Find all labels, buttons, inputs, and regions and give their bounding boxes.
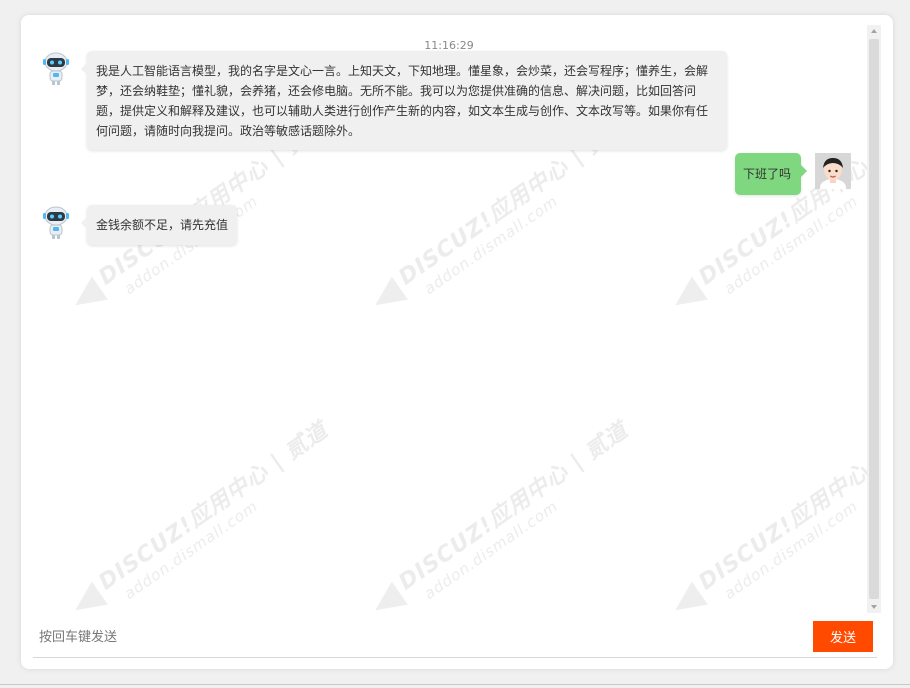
watermark-arrow-icon	[67, 581, 108, 613]
watermark-url: addon.dismall.com	[720, 496, 862, 603]
chat-window: DISCUZ!应用中心 | 贰道 addon.dismall.com DISCU…	[21, 15, 893, 669]
watermark-text: DISCUZ!应用中心 | 贰道	[394, 417, 633, 596]
send-button[interactable]: 发送	[813, 621, 873, 652]
watermark-text: DISCUZ!应用中心 | 贰道	[94, 417, 333, 596]
watermark-arrow-icon	[667, 581, 708, 613]
message-input[interactable]	[37, 625, 801, 649]
bot-message-bubble: 金钱余额不足，请先充值	[81, 205, 237, 245]
page-bottom-divider	[0, 684, 910, 685]
user-message-bubble: 下班了吗	[735, 153, 807, 195]
message-list[interactable]: DISCUZ!应用中心 | 贰道 addon.dismall.com DISCU…	[21, 15, 867, 613]
watermark-arrow-icon	[667, 276, 708, 317]
robot-avatar-icon	[39, 51, 73, 85]
user-avatar-icon	[815, 153, 851, 195]
watermark-arrow-icon	[67, 276, 108, 317]
robot-avatar-icon	[39, 205, 73, 239]
bot-message-text: 金钱余额不足，请先充值	[96, 218, 229, 232]
watermark-url: addon.dismall.com	[420, 496, 562, 603]
watermark-url: addon.dismall.com	[420, 191, 562, 298]
watermark-arrow-icon	[367, 276, 408, 317]
watermark-arrow-icon	[367, 581, 408, 613]
message-composer: 发送	[33, 619, 877, 658]
watermark-url: addon.dismall.com	[120, 496, 262, 603]
bot-message-bubble: 我是人工智能语言模型，我的名字是文心一言。上知天文，下知地理。懂星象，会炒菜，还…	[81, 51, 727, 150]
watermark-text: DISCUZ!应用中心 | 贰道	[694, 418, 867, 596]
scroll-down-arrow-icon[interactable]	[867, 601, 881, 613]
message-scrollbar[interactable]	[867, 25, 881, 613]
watermark: DISCUZ!应用中心 | 贰道 addon.dismall.com	[667, 418, 867, 613]
watermark: DISCUZ!应用中心 | 贰道 addon.dismall.com	[367, 417, 638, 613]
watermark: DISCUZ!应用中心 | 贰道 addon.dismall.com	[67, 417, 338, 613]
bot-message-text: 我是人工智能语言模型，我的名字是文心一言。上知天文，下知地理。懂星象，会炒菜，还…	[96, 64, 709, 138]
scroll-up-arrow-icon[interactable]	[867, 25, 881, 37]
scroll-thumb[interactable]	[869, 39, 879, 599]
user-message-text: 下班了吗	[743, 167, 792, 181]
